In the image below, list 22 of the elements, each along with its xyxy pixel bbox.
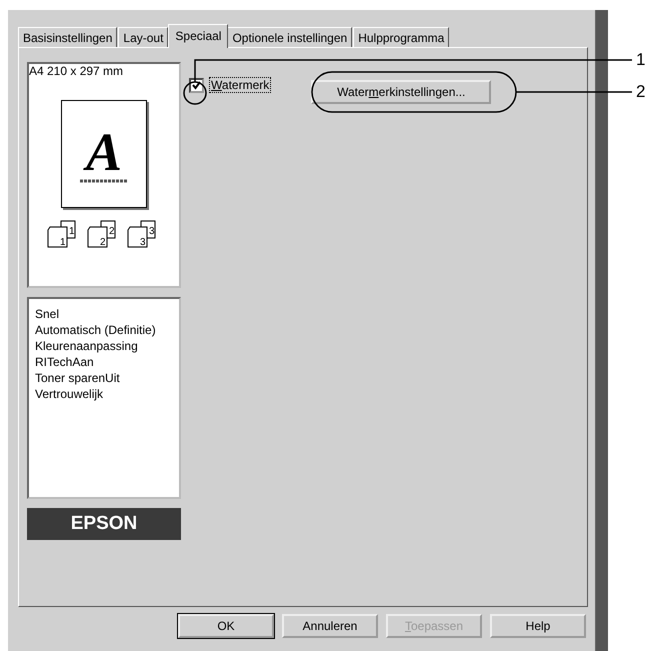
brand-logo: EPSON bbox=[27, 508, 181, 540]
dialog-button[interactable]: Help bbox=[490, 614, 586, 638]
tab[interactable]: Basisinstellingen bbox=[18, 27, 118, 47]
preview-letter: A bbox=[86, 125, 122, 179]
settings-list-item: Snel bbox=[35, 307, 60, 322]
dialog-button[interactable]: OK bbox=[178, 614, 274, 638]
tab[interactable]: Hulpprogramma bbox=[353, 27, 450, 47]
settings-list-item: Automatisch (Definitie) bbox=[35, 323, 156, 338]
dialog-button[interactable]: Annuleren bbox=[282, 614, 378, 638]
tab[interactable]: Speciaal bbox=[168, 24, 228, 48]
settings-list-item: Vertrouwelijk bbox=[35, 387, 104, 402]
tab[interactable]: Optionele instellingen bbox=[227, 27, 352, 47]
paper-size-label: A4 210 x 297 mm bbox=[29, 64, 124, 78]
tab[interactable]: Lay-out bbox=[118, 27, 168, 47]
callout-number: 1 bbox=[636, 50, 646, 70]
settings-list-item: Kleurenaanpassing bbox=[35, 339, 138, 354]
callout-number: 2 bbox=[636, 82, 646, 102]
watermark-settings-button[interactable]: Watermerkinstellingen... bbox=[311, 80, 492, 104]
checkmark-icon bbox=[192, 80, 201, 90]
settings-list-item: RITechAan bbox=[35, 355, 94, 370]
settings-list-item: Toner sparenUit bbox=[35, 371, 120, 386]
watermark-line-icon bbox=[80, 179, 128, 183]
